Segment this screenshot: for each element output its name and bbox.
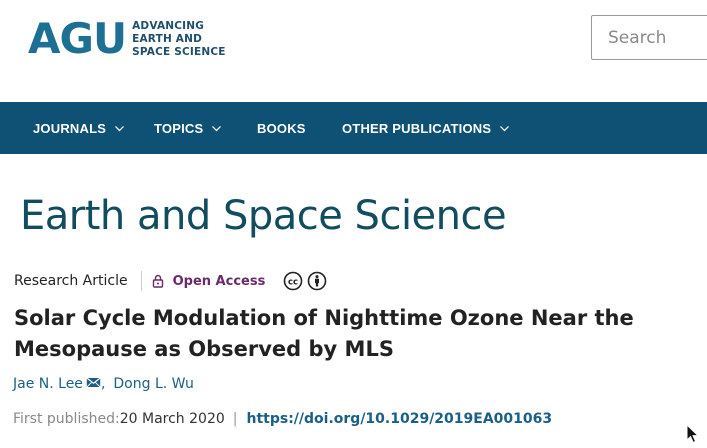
logo-tagline-line: SPACE SCIENCE — [132, 45, 226, 58]
search-box[interactable] — [591, 15, 707, 60]
nav-item-books[interactable]: BOOKS — [257, 102, 306, 154]
chevron-down-icon — [499, 123, 510, 134]
journal-title[interactable]: Earth and Space Science — [20, 196, 507, 236]
svg-text:cc: cc — [288, 278, 298, 288]
open-access-label: Open Access — [172, 273, 266, 289]
article-meta: Research Article Open Access cc — [14, 270, 331, 292]
nav-item-journals[interactable]: JOURNALS — [33, 102, 125, 154]
published-date: 20 March 2020 — [119, 411, 225, 427]
lock-open-icon — [152, 274, 163, 288]
logo-mark: AGU — [28, 14, 127, 63]
doi-link[interactable]: https://doi.org/10.1029/2019EA001063 — [246, 411, 552, 427]
search-input[interactable] — [592, 16, 707, 59]
logo-tagline: ADVANCING EARTH AND SPACE SCIENCE — [132, 20, 226, 59]
divider: | — [232, 411, 238, 427]
open-access-badge[interactable]: Open Access — [152, 273, 266, 289]
license-icons[interactable]: cc — [283, 271, 331, 291]
envelope-icon[interactable] — [86, 376, 101, 392]
chevron-down-icon — [114, 123, 125, 134]
mouse-cursor-icon — [686, 424, 700, 444]
publication-info: First published: 20 March 2020 | https:/… — [13, 411, 552, 427]
author-list: Jae N. Lee , Dong L. Wu — [13, 376, 194, 392]
nav-item-topics[interactable]: TOPICS — [154, 102, 222, 154]
author-separator: , — [100, 376, 106, 392]
published-label: First published: — [13, 411, 120, 427]
attribution-icon — [308, 271, 327, 291]
nav-item-label: TOPICS — [154, 120, 204, 136]
article-type: Research Article — [14, 273, 128, 289]
divider — [140, 271, 142, 291]
chevron-down-icon — [211, 123, 222, 134]
author-link[interactable]: Dong L. Wu — [113, 376, 193, 392]
logo-tagline-line: EARTH AND — [132, 32, 203, 45]
article-title: Solar Cycle Modulation of Nighttime Ozon… — [14, 306, 634, 361]
agu-logo[interactable]: AGU ADVANCING EARTH AND SPACE SCIENCE — [28, 18, 226, 60]
author-link[interactable]: Jae N. Lee — [13, 376, 83, 392]
main-nav: JOURNALS TOPICS BOOKS OTHER PUBLICATIONS — [0, 102, 707, 154]
nav-item-other-publications[interactable]: OTHER PUBLICATIONS — [342, 102, 510, 154]
nav-item-label: BOOKS — [257, 120, 306, 136]
creative-commons-icon: cc — [284, 271, 303, 291]
nav-item-label: JOURNALS — [33, 120, 107, 136]
logo-tagline-line: ADVANCING — [132, 19, 205, 32]
nav-item-label: OTHER PUBLICATIONS — [342, 120, 492, 136]
